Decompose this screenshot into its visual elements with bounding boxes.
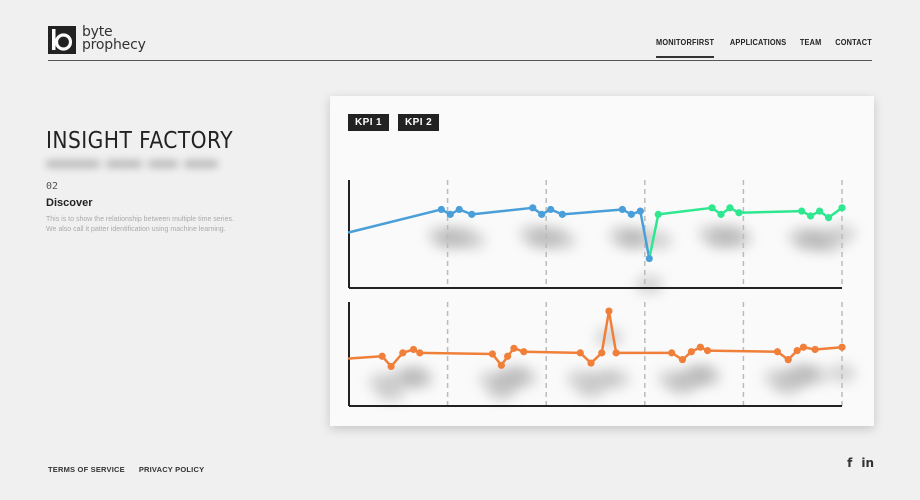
series-line-segment <box>347 355 384 360</box>
series-line-segment <box>522 350 582 355</box>
chart-card: KPI 1 KPI 2 <box>330 96 874 426</box>
facebook-icon[interactable]: f <box>847 456 852 470</box>
data-point <box>558 210 566 218</box>
data-point <box>587 359 595 367</box>
series-line-segment <box>470 206 535 216</box>
kpi-tabs: KPI 1 KPI 2 <box>348 114 440 131</box>
main-nav: MONITORFIRST APPLICATIONS TEAM CONTACT <box>640 38 872 58</box>
data-point <box>735 209 743 217</box>
tab-kpi-2[interactable]: KPI 2 <box>398 114 440 131</box>
series-line-segment <box>813 345 844 351</box>
page-title: INSIGHT FACTORY <box>46 128 234 154</box>
data-point <box>455 205 463 214</box>
blurred-subtitle <box>46 160 218 172</box>
data-point <box>409 345 418 354</box>
data-point <box>547 205 555 214</box>
data-point <box>627 210 635 218</box>
data-point <box>520 348 528 356</box>
series-line-segment <box>656 206 714 216</box>
data-point <box>678 356 687 364</box>
data-point <box>798 207 806 215</box>
data-point <box>510 344 518 352</box>
data-point <box>399 349 407 357</box>
terms-of-service-link[interactable]: TERMS OF SERVICE <box>48 465 125 474</box>
site-header: byte prophecy MONITORFIRST APPLICATIONS … <box>48 25 872 61</box>
step-description: This is to show the relationship between… <box>46 216 234 233</box>
data-point <box>654 210 662 218</box>
point-shadow <box>724 228 753 249</box>
data-point <box>703 347 712 355</box>
data-point <box>726 204 734 212</box>
data-point <box>784 356 792 364</box>
data-point <box>576 349 584 357</box>
data-point <box>468 210 476 218</box>
data-point <box>387 362 395 371</box>
data-point <box>687 348 696 356</box>
series-line-segment <box>347 208 443 234</box>
data-point <box>446 210 454 218</box>
series-line-segment <box>418 351 494 356</box>
data-point <box>811 345 819 354</box>
series-line-segment <box>561 208 624 216</box>
point-shadow <box>635 274 664 295</box>
logo-mark-icon <box>48 26 76 54</box>
privacy-policy-link[interactable]: PRIVACY POLICY <box>139 465 204 474</box>
point-shadow <box>644 230 673 251</box>
point-shadow <box>693 366 722 387</box>
data-point <box>416 349 424 357</box>
data-point <box>529 204 537 212</box>
data-point <box>618 205 626 214</box>
social-links: f in <box>847 456 874 470</box>
data-point <box>636 207 644 215</box>
nav-item-monitorfirst[interactable]: MONITORFIRST <box>656 38 715 58</box>
step-number: 02 <box>46 181 59 192</box>
tab-kpi-1[interactable]: KPI 1 <box>348 114 390 131</box>
nav-item-contact[interactable]: CONTACT <box>835 38 872 58</box>
data-point <box>497 361 505 369</box>
step-title: Discover <box>46 197 93 209</box>
data-point <box>378 352 386 360</box>
data-point <box>437 205 445 214</box>
data-point <box>773 348 782 356</box>
series-line-segment <box>737 209 803 214</box>
brand-wordmark: byte prophecy <box>82 25 146 53</box>
data-point <box>799 343 808 351</box>
data-point <box>793 347 801 355</box>
brand-logo[interactable]: byte prophecy <box>48 25 146 54</box>
data-point <box>605 307 613 315</box>
point-shadow <box>457 230 486 251</box>
data-point <box>824 214 833 222</box>
data-point <box>598 349 606 357</box>
chart-shadow-layer <box>368 223 856 403</box>
point-shadow <box>602 368 631 389</box>
data-point <box>838 204 846 212</box>
data-point <box>815 207 824 215</box>
linkedin-icon[interactable]: in <box>861 456 874 470</box>
point-shadow <box>509 367 538 388</box>
nav-item-team[interactable]: TEAM <box>799 38 821 58</box>
data-point <box>488 350 497 358</box>
point-shadow <box>405 368 434 389</box>
data-point <box>708 204 716 212</box>
point-shadow <box>801 365 830 386</box>
series-line-segment <box>706 349 779 353</box>
point-shadow <box>548 230 577 251</box>
data-point <box>538 210 546 218</box>
nav-item-applications[interactable]: APPLICATIONS <box>730 38 786 58</box>
data-point <box>807 212 815 220</box>
footer-links: TERMS OF SERVICE PRIVACY POLICY <box>48 465 204 474</box>
kpi-charts <box>347 180 856 407</box>
data-point <box>504 352 512 360</box>
data-point <box>645 254 653 263</box>
data-point <box>717 210 725 218</box>
data-point <box>612 349 620 357</box>
point-shadow <box>594 327 623 348</box>
brand-line-2: prophecy <box>82 37 146 53</box>
data-point <box>838 343 846 351</box>
data-point <box>696 343 704 351</box>
data-point <box>668 349 676 357</box>
